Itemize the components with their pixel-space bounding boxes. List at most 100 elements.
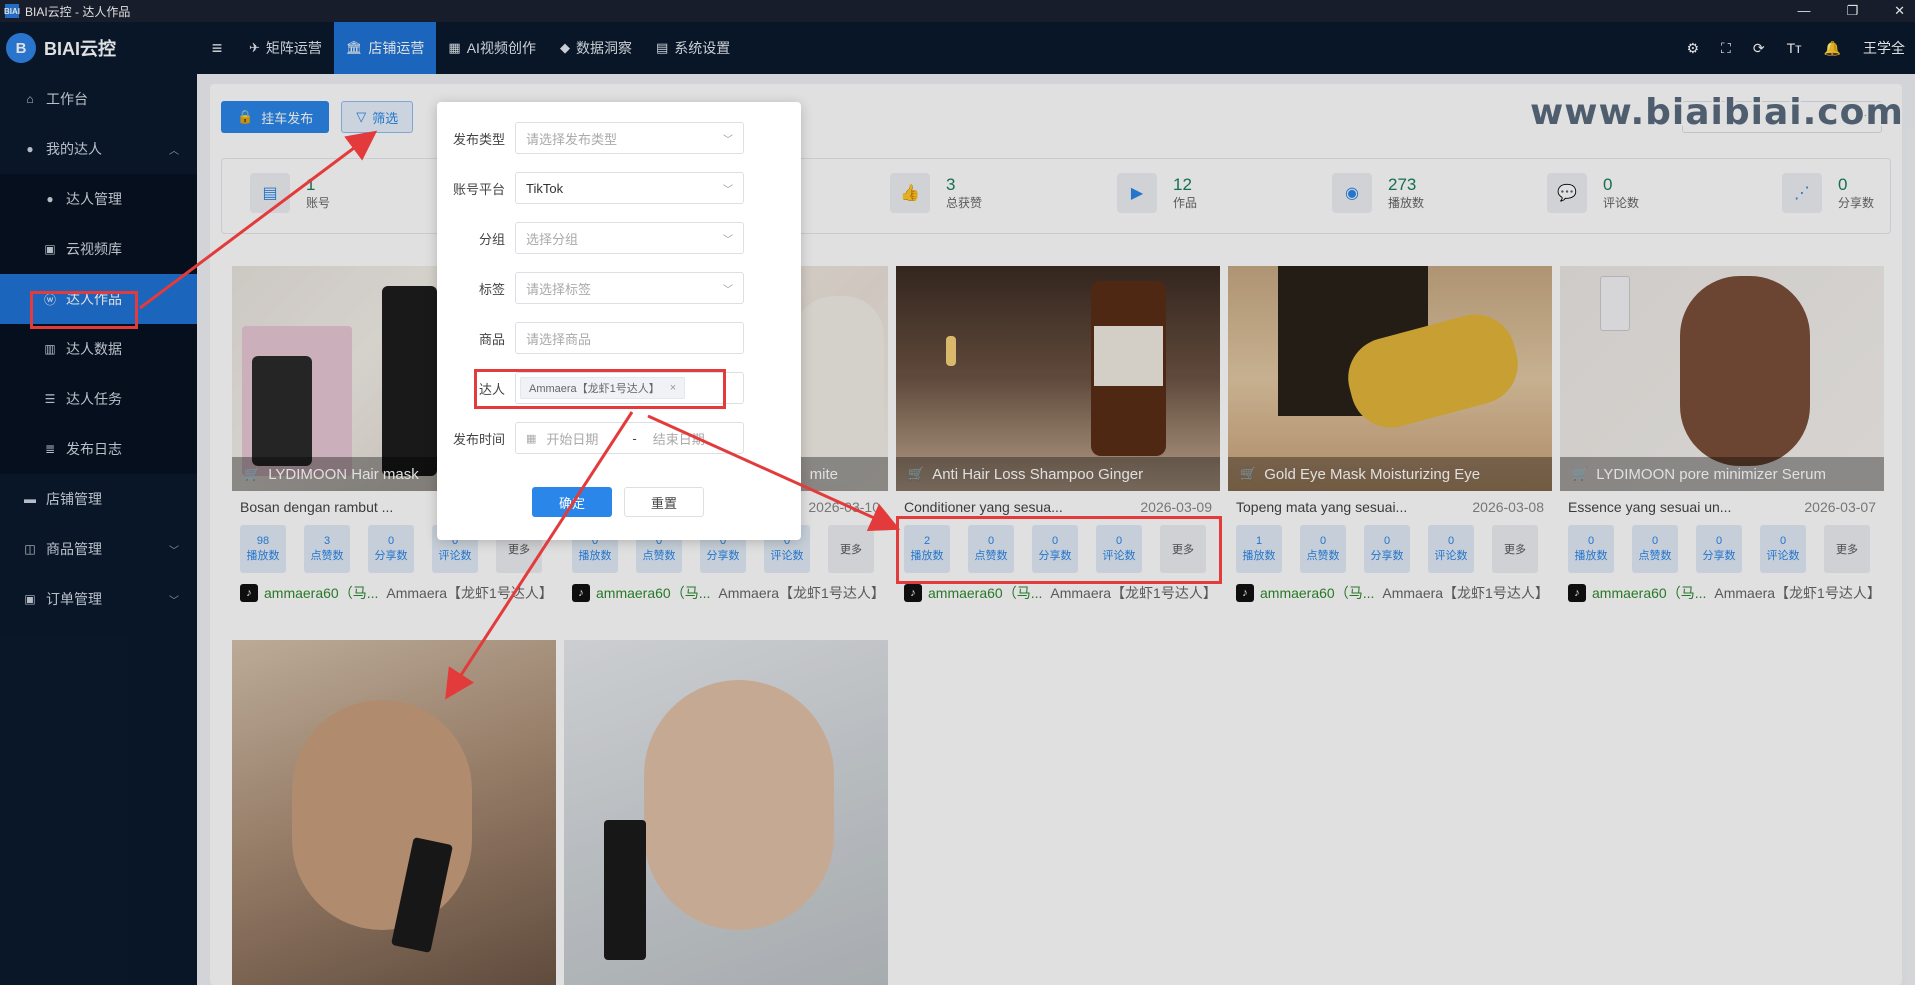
creator-alias: Ammaera【龙虾1号达人】: [386, 585, 553, 601]
sidebar-item-creator-tasks[interactable]: ☰ 达人任务: [0, 374, 197, 424]
creator-handle[interactable]: ammaera60（马...: [596, 583, 710, 603]
more-button[interactable]: 更多: [1824, 525, 1870, 573]
tab-store-ops[interactable]: 🏛 店铺运营: [333, 22, 437, 74]
insight-icon: ◆: [559, 40, 570, 55]
metric-likes[interactable]: 0 点赞数: [968, 525, 1014, 573]
video-thumbnail[interactable]: 🛒 Gold Eye Mask Moisturizing Eye: [1228, 266, 1552, 491]
video-thumbnail[interactable]: [564, 640, 888, 985]
share-icon: ⋰: [1782, 173, 1822, 213]
metric-plays[interactable]: 98 播放数: [240, 525, 286, 573]
sidebar-submenu: ● 达人管理 ▣ 云视频库 ⓦ 达人作品 ▥ 达人数据 ☰ 达人任务 ≣ 发布日…: [0, 174, 197, 474]
select-placeholder: 选择分组: [526, 231, 579, 247]
sidebar-item-creator-management[interactable]: ● 达人管理: [0, 174, 197, 224]
metric-plays[interactable]: 0 播放数: [1568, 525, 1614, 573]
video-card[interactable]: 🛒 LYDIMOON pore minimizer Serum Essence y…: [1560, 266, 1884, 603]
video-card[interactable]: [564, 640, 888, 985]
creator-handle[interactable]: ammaera60（马...: [1260, 583, 1374, 603]
video-thumbnail[interactable]: [232, 640, 556, 985]
metric-plays[interactable]: 1 播放数: [1236, 525, 1282, 573]
video-title: Bosan dengan rambut ...: [240, 499, 394, 515]
sidebar-item-product-management[interactable]: ◫ 商品管理 ﹀: [0, 524, 197, 574]
candle: [946, 336, 956, 366]
video-card[interactable]: 🛒 Anti Hair Loss Shampoo Ginger Condition…: [896, 266, 1220, 603]
chevron-down-icon: ﹀: [723, 184, 733, 196]
brand-logo[interactable]: B BIAI云控: [0, 22, 197, 74]
close-icon[interactable]: ×: [670, 382, 676, 394]
metric-value: 2: [923, 535, 931, 547]
thumbnail-figure: [292, 700, 472, 930]
product-bottle: [382, 286, 437, 476]
tag-select[interactable]: 请选择标签 ﹀: [515, 272, 744, 304]
sidebar-item-my-creators[interactable]: ● 我的达人 ︿: [0, 124, 197, 174]
maximize-button[interactable]: ❐: [1846, 0, 1858, 22]
video-card[interactable]: [232, 640, 556, 985]
product-input[interactable]: 请选择商品: [515, 322, 744, 354]
metric-label: 点赞数: [1306, 550, 1340, 562]
more-button[interactable]: 更多: [1160, 525, 1206, 573]
metric-likes[interactable]: 0 点赞数: [1632, 525, 1678, 573]
more-button[interactable]: 更多: [1492, 525, 1538, 573]
video-card[interactable]: 🛒 Gold Eye Mask Moisturizing Eye Topeng m…: [1228, 266, 1552, 603]
tiktok-icon: ♪: [240, 584, 258, 602]
metric-value: 3: [323, 535, 331, 547]
start-date-placeholder[interactable]: 开始日期: [546, 429, 616, 448]
tab-ai-video[interactable]: ▦ AI视频创作: [436, 22, 548, 74]
metric-shares[interactable]: 0 分享数: [1364, 525, 1410, 573]
publish-label: 挂车发布: [261, 110, 314, 126]
confirm-button[interactable]: 确定: [532, 487, 612, 517]
font-size-icon[interactable]: Tт: [1787, 40, 1802, 56]
end-date-placeholder[interactable]: 结束日期: [653, 429, 705, 448]
tab-system-settings[interactable]: ▤ 系统设置: [644, 22, 742, 74]
menu-toggle-icon[interactable]: ≡: [197, 38, 237, 59]
sidebar-item-order-management[interactable]: ▣ 订单管理 ﹀: [0, 574, 197, 624]
sidebar-item-publish-log[interactable]: ≣ 发布日志: [0, 424, 197, 474]
metric-likes[interactable]: 3 点赞数: [304, 525, 350, 573]
tab-data-insight[interactable]: ◆ 数据洞察: [548, 22, 644, 74]
publish-button[interactable]: 🔒 挂车发布: [221, 101, 330, 133]
sidebar-item-cloud-video-library[interactable]: ▣ 云视频库: [0, 224, 197, 274]
stat-comments: 💬 0 评论数: [1547, 173, 1639, 213]
metric-comments[interactable]: 0 评论数: [1760, 525, 1806, 573]
sidebar-item-creator-works[interactable]: ⓦ 达人作品: [0, 274, 197, 324]
creator-tag: Ammaera【龙虾1号达人】 ×: [520, 377, 686, 399]
group-select[interactable]: 选择分组 ﹀: [515, 222, 744, 254]
date-range-picker[interactable]: ▦ 开始日期 - 结束日期: [515, 422, 744, 454]
metric-plays[interactable]: 2 播放数: [904, 525, 950, 573]
metric-shares[interactable]: 0 分享数: [1696, 525, 1742, 573]
sidebar-item-workbench[interactable]: ⌂ 工作台: [0, 74, 197, 124]
fullscreen-icon[interactable]: ⛶: [1721, 40, 1731, 57]
publish-type-select[interactable]: 请选择发布类型 ﹀: [515, 122, 744, 154]
platform-select[interactable]: TikTok ﹀: [515, 172, 744, 204]
metric-comments[interactable]: 0 评论数: [1428, 525, 1474, 573]
sidebar-item-creator-data[interactable]: ▥ 达人数据: [0, 324, 197, 374]
more-button[interactable]: 更多: [828, 525, 874, 573]
metric-label: 评论数: [770, 550, 804, 562]
tab-matrix-ops[interactable]: ✈ 矩阵运营: [237, 22, 334, 74]
tiktok-icon: ♪: [1236, 584, 1254, 602]
stat-likes: 👍 3 总获赞: [890, 173, 982, 213]
creator-handle[interactable]: ammaera60（马...: [1592, 583, 1706, 603]
user-name[interactable]: 王学全: [1863, 38, 1905, 58]
minimize-button[interactable]: —: [1797, 0, 1810, 22]
reset-button[interactable]: 重置: [624, 487, 704, 517]
bell-icon[interactable]: 🔔: [1824, 40, 1841, 57]
brand-name: BIAI云控: [44, 39, 116, 59]
metric-comments[interactable]: 0 评论数: [1096, 525, 1142, 573]
sidebar-item-store-management[interactable]: ▬ 店铺管理: [0, 474, 197, 524]
video-thumbnail[interactable]: 🛒 LYDIMOON pore minimizer Serum: [1560, 266, 1884, 491]
metric-shares[interactable]: 0 分享数: [1032, 525, 1078, 573]
creator-handle[interactable]: ammaera60（马...: [928, 583, 1042, 603]
settings-gear-icon[interactable]: ⚙: [1686, 40, 1699, 57]
cart-icon: 🛒: [244, 466, 261, 481]
metric-shares[interactable]: 0 分享数: [368, 525, 414, 573]
refresh-icon[interactable]: ⟳: [1753, 40, 1765, 57]
creator-select[interactable]: Ammaera【龙虾1号达人】 ×: [515, 372, 744, 404]
document-play-icon: ▶: [1117, 173, 1157, 213]
stat-value: 0: [1838, 175, 1848, 194]
video-thumbnail[interactable]: 🛒 Anti Hair Loss Shampoo Ginger: [896, 266, 1220, 491]
filter-button[interactable]: ▽ 筛选: [341, 101, 414, 133]
metric-likes[interactable]: 0 点赞数: [1300, 525, 1346, 573]
creator-handle[interactable]: ammaera60（马...: [264, 583, 378, 603]
select-placeholder: 请选择标签: [526, 281, 592, 297]
close-button[interactable]: ✕: [1894, 0, 1905, 22]
